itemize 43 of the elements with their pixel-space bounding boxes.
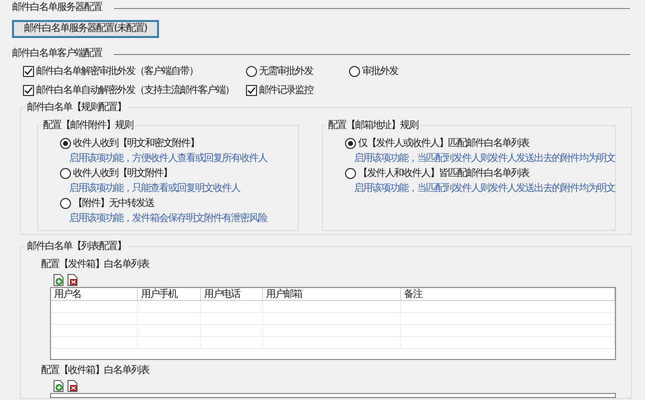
list-title: 配置【收件箱】白名单列表 bbox=[41, 364, 150, 378]
option-hint: 启用该项功能，发件箱会保存明文附件有泄密风险 bbox=[69, 214, 267, 224]
checkbox-label: 邮件记录监控 bbox=[259, 86, 313, 96]
list-title: 配置【发件箱】白名单列表 bbox=[41, 258, 150, 272]
radio-button[interactable] bbox=[345, 168, 356, 179]
checkbox[interactable] bbox=[23, 85, 34, 96]
radio-label: 无需审批外发 bbox=[259, 66, 313, 76]
checkbox[interactable] bbox=[23, 66, 34, 77]
group-title: 配置【邮件附件】规则 bbox=[41, 119, 135, 132]
section-title: 邮件白名单服务器配置 bbox=[12, 3, 102, 13]
delete-document-icon[interactable] bbox=[67, 380, 78, 392]
option-label: 仅【发件人或收件人】匹配邮件白名单列表 bbox=[358, 138, 529, 148]
checkbox[interactable] bbox=[246, 85, 257, 96]
column-header: 用户电话 bbox=[201, 288, 263, 300]
group-title: 配置【邮箱地址】规则 bbox=[326, 119, 420, 132]
radio-button[interactable] bbox=[246, 66, 257, 77]
radio-label: 审批外发 bbox=[362, 66, 398, 76]
column-header: 备注 bbox=[401, 288, 615, 300]
checkbox-label: 邮件白名单自动解密外发（支持主流邮件客户端） bbox=[36, 86, 234, 96]
option-hint: 启用该项功能，当匹配到发件人则发件人发送出去的附件均为明文 bbox=[354, 184, 615, 194]
add-document-icon[interactable] bbox=[53, 380, 64, 392]
delete-document-icon[interactable] bbox=[67, 274, 78, 286]
radio-button[interactable] bbox=[345, 138, 356, 149]
group-title: 邮件白名单【规则配置】 bbox=[25, 101, 128, 114]
column-header: 用户邮箱 bbox=[263, 288, 401, 300]
radio-button[interactable] bbox=[60, 138, 71, 149]
option-label: 收件人收到【明文和密文附件】 bbox=[73, 138, 199, 148]
group-title: 邮件白名单【列表配置】 bbox=[25, 240, 128, 253]
option-hint: 启用该项功能，方便收件人查看或回复所有收件人 bbox=[69, 154, 267, 164]
radio-button[interactable] bbox=[60, 198, 71, 209]
server-config-button[interactable]: 邮件白名单服务器配置(未配置) bbox=[12, 20, 159, 38]
option-label: 【附件】无中转发送 bbox=[73, 198, 154, 208]
section-title: 邮件白名单客户端配置 bbox=[12, 49, 102, 59]
radio-button[interactable] bbox=[349, 66, 360, 77]
add-document-icon[interactable] bbox=[53, 274, 64, 286]
option-label: 【发件人和收件人】皆匹配邮件白名单列表 bbox=[358, 168, 529, 178]
checkbox-label: 邮件白名单解密审批外发（客户端自带） bbox=[36, 66, 198, 76]
option-hint: 启用该项功能，只能查看或回复明文收件人 bbox=[69, 184, 240, 194]
column-header: 用户手机 bbox=[138, 288, 201, 300]
option-label: 收件人收到【明文附件】 bbox=[73, 168, 172, 178]
option-hint: 启用该项功能，当匹配到发件人则发件人发送出去的附件均为明文 bbox=[354, 154, 615, 164]
radio-button[interactable] bbox=[60, 168, 71, 179]
column-header: 用户名 bbox=[51, 288, 138, 300]
